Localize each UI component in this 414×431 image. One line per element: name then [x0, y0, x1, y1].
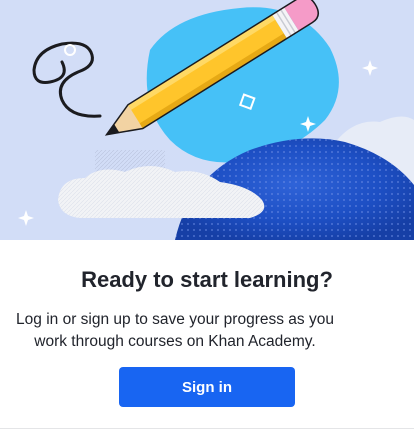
divider	[0, 428, 414, 429]
description-text: Log in or sign up to save your progress …	[16, 311, 334, 350]
sign-in-button[interactable]: Sign in	[119, 367, 295, 407]
signin-card: Ready to start learning? Log in or sign …	[0, 0, 414, 431]
hero-illustration	[0, 0, 414, 240]
page-title: Ready to start learning?	[81, 267, 333, 292]
